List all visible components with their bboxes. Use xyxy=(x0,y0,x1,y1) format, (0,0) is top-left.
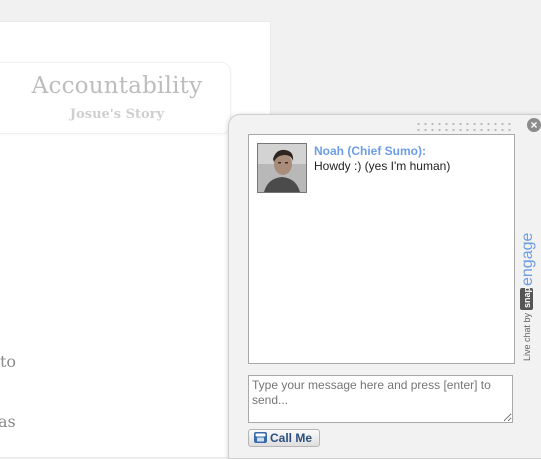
message-author: Noah (Chief Sumo): xyxy=(314,144,426,158)
story-title: Accountability xyxy=(31,73,203,99)
body-text-fragment: to xyxy=(0,352,17,371)
snapengage-branding[interactable]: Live chat by snap engage xyxy=(516,227,536,363)
story-card[interactable]: Accountability Josue's Story xyxy=(0,62,231,134)
message-text: Howdy :) (yes I'm human) xyxy=(314,159,451,173)
avatar xyxy=(257,143,307,193)
close-button[interactable]: × xyxy=(527,118,541,132)
drag-handle-icon[interactable] xyxy=(415,121,513,133)
chat-widget: × Noah (Chief Sumo): Howdy :) (yes I'm h… xyxy=(228,114,541,459)
call-me-label: Call Me xyxy=(270,431,313,445)
body-text-fragment: as xyxy=(0,412,16,431)
phone-icon xyxy=(253,431,268,444)
brand-snap: snap xyxy=(522,286,532,308)
brand-engage: engage xyxy=(519,233,536,286)
brand-prefix: Live chat by xyxy=(522,312,532,361)
message-input[interactable] xyxy=(248,375,513,423)
story-subtitle: Josue's Story xyxy=(69,107,165,122)
chat-log[interactable]: Noah (Chief Sumo): Howdy :) (yes I'm hum… xyxy=(248,134,515,364)
call-me-button[interactable]: Call Me xyxy=(248,429,320,447)
